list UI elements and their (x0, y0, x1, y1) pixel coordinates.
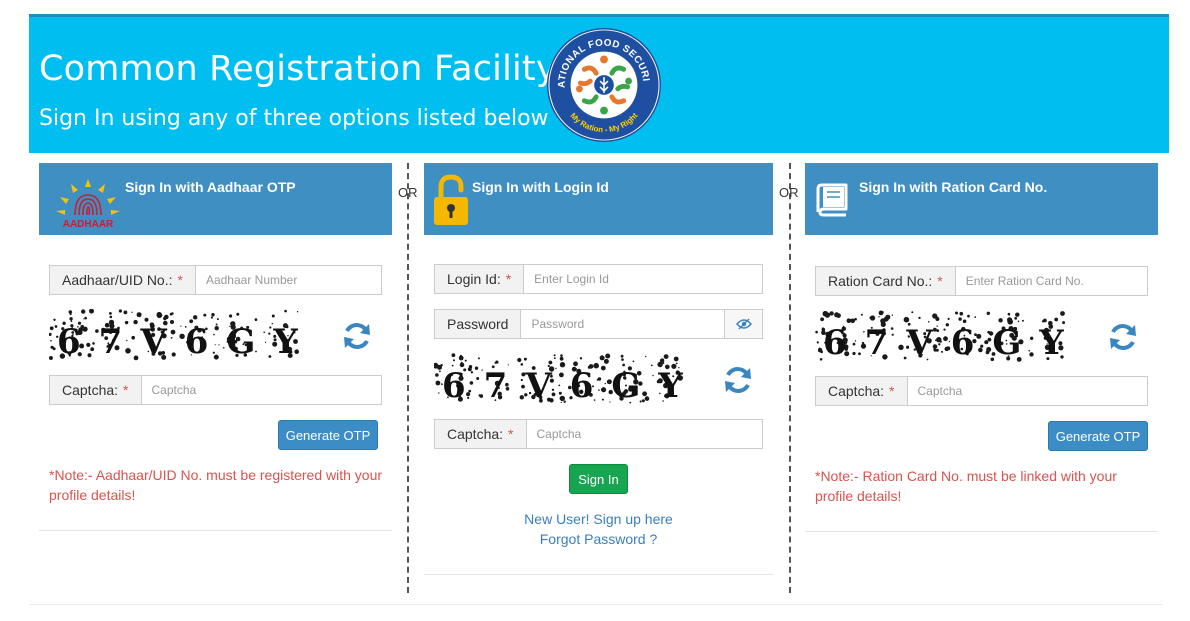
aadhaar-panel-title: Sign In with Aadhaar OTP (125, 179, 296, 195)
password-input[interactable] (521, 310, 724, 338)
password-field: Password (434, 309, 763, 339)
ration-card-input[interactable] (955, 267, 1147, 295)
forgot-password-link[interactable]: Forgot Password ? (424, 531, 773, 547)
aadhaar-note: *Note:- Aadhaar/UID No. must be register… (49, 467, 383, 503)
svg-text:67V6GY: 67V6GY (823, 323, 1065, 362)
login-captcha-field: Captcha: * (434, 419, 763, 449)
ration-captcha-image: 67V6GY (815, 310, 1065, 362)
login-id-input[interactable] (524, 265, 762, 293)
ration-captcha-field: Captcha: * (815, 376, 1148, 406)
aadhaar-captcha-refresh-icon[interactable] (341, 320, 373, 352)
login-captcha-image: 67V6GY (434, 353, 684, 405)
ration-captcha-refresh-icon[interactable] (1107, 321, 1139, 353)
password-label: Password (435, 310, 522, 338)
book-icon (816, 183, 848, 217)
page-title: Common Registration Facility (39, 49, 557, 89)
crf-sign-in-page: Common Registration Facility Sign In usi… (0, 0, 1190, 621)
panel-divider-right (789, 163, 791, 593)
login-id-field: Login Id: * (434, 264, 763, 294)
aadhaar-number-input[interactable] (195, 266, 381, 294)
ration-generate-otp-button[interactable]: Generate OTP (1048, 421, 1148, 451)
sign-in-button[interactable]: Sign In (569, 464, 628, 494)
ration-panel-header: Sign In with Ration Card No. (805, 163, 1158, 235)
login-panel-title: Sign In with Login Id (472, 179, 609, 195)
login-captcha-input[interactable] (526, 420, 762, 448)
nfs-logo: NATIONAL FOOD SECURITY My Ration - My Ri… (545, 26, 662, 143)
aadhaar-logo: AADHAAR (56, 179, 120, 229)
aadhaar-generate-otp-button[interactable]: Generate OTP (278, 420, 378, 450)
svg-text:AADHAAR: AADHAAR (63, 219, 114, 229)
login-id-label: Login Id: * (435, 265, 525, 293)
ration-card-label: Ration Card No.: * (816, 267, 956, 295)
page-subtitle: Sign In using any of three options liste… (39, 106, 549, 131)
aadhaar-captcha-input[interactable] (141, 376, 381, 404)
lock-icon (434, 174, 468, 225)
ration-captcha-input[interactable] (907, 377, 1147, 405)
aadhaar-captcha-label: Captcha: * (50, 376, 142, 404)
login-captcha-label: Captcha: * (435, 420, 527, 448)
show-password-toggle[interactable] (724, 310, 762, 338)
ration-captcha-label: Captcha: * (816, 377, 908, 405)
login-panel-header: Sign In with Login Id (424, 163, 773, 235)
svg-text:67V6GY: 67V6GY (57, 322, 299, 361)
svg-text:67V6GY: 67V6GY (442, 366, 684, 405)
eye-icon (735, 318, 752, 330)
page-bottom-rule (29, 604, 1163, 605)
login-panel-footer-rule (424, 574, 773, 575)
aadhaar-panel-footer-rule (39, 530, 392, 531)
new-user-signup-link[interactable]: New User! Sign up here (424, 511, 773, 527)
panel-divider-left (407, 163, 409, 593)
ration-note: *Note:- Ration Card No. must be linked w… (815, 468, 1117, 504)
ration-panel-title: Sign In with Ration Card No. (859, 179, 1048, 195)
aadhaar-captcha-image: 67V6GY (49, 309, 299, 361)
header-banner: Common Registration Facility Sign In usi… (29, 14, 1169, 153)
or-separator-left: OR (398, 185, 418, 200)
aadhaar-panel-header: AADHAAR Sign In with Aadhaar OTP (39, 163, 392, 235)
aadhaar-number-label: Aadhaar/UID No.: * (50, 266, 196, 294)
ration-panel-footer-rule (805, 531, 1158, 532)
ration-card-field: Ration Card No.: * (815, 266, 1148, 296)
aadhaar-number-field: Aadhaar/UID No.: * (49, 265, 382, 295)
or-separator-right: OR (779, 185, 799, 200)
aadhaar-captcha-field: Captcha: * (49, 375, 382, 405)
login-captcha-refresh-icon[interactable] (722, 364, 754, 396)
